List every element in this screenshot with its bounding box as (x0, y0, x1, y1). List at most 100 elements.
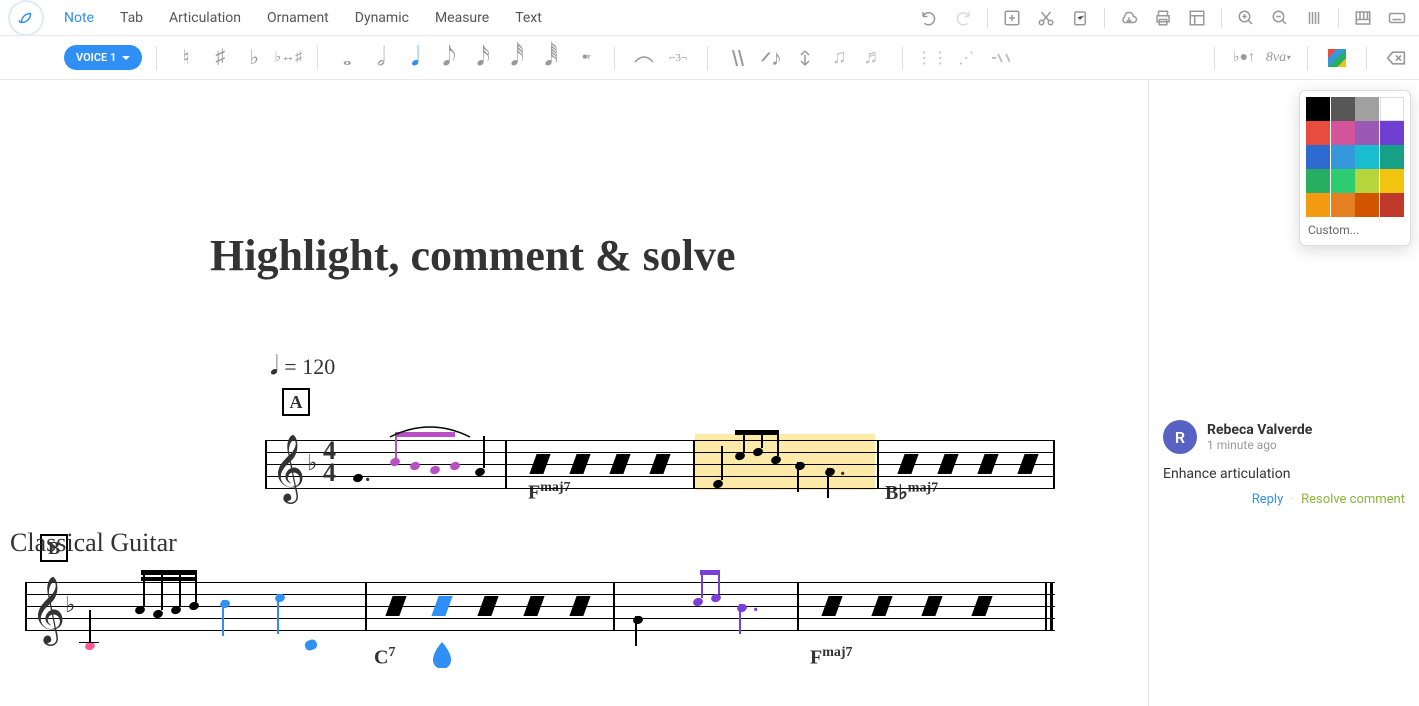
separator (707, 46, 708, 70)
color-picker-button[interactable] (1322, 43, 1352, 73)
color-swatch[interactable] (1355, 121, 1379, 145)
quarter-note-icon[interactable]: 𝅘𝅥 (400, 43, 430, 73)
staff-line-2[interactable]: 𝄞 ♭ (25, 566, 1055, 646)
menu-note[interactable]: Note (64, 10, 94, 26)
color-swatch[interactable] (1380, 193, 1404, 217)
sixteenth-note-icon[interactable]: 𝅘𝅥𝅯 (468, 43, 498, 73)
tempo-marking: 𝅘𝅥= 120 (270, 351, 1108, 382)
piano-icon[interactable] (1349, 4, 1377, 32)
add-icon[interactable] (998, 4, 1026, 32)
color-grid (1306, 97, 1404, 217)
redo-icon[interactable] (949, 4, 977, 32)
voice-label: VOICE 1 (76, 51, 116, 64)
resolve-button[interactable]: Resolve comment (1301, 492, 1405, 507)
separator (156, 46, 157, 70)
separator (317, 46, 318, 70)
side-panel: Custom... R Rebeca Valverde 1 minute ago… (1149, 80, 1419, 706)
color-swatch[interactable] (1306, 97, 1330, 121)
flat-icon[interactable]: ♭ (239, 43, 269, 73)
undo-icon[interactable] (915, 4, 943, 32)
color-swatch[interactable] (1380, 169, 1404, 193)
whole-note-icon[interactable]: 𝅝 (332, 43, 362, 73)
comment-time: 1 minute ago (1207, 438, 1312, 452)
tremolo-icon[interactable] (985, 43, 1015, 73)
half-note-icon[interactable]: 𝅗𝅥 (366, 43, 396, 73)
print-icon[interactable] (1149, 4, 1177, 32)
menu-ornament[interactable]: Ornament (267, 10, 329, 26)
slash-note-icon[interactable]: 𝄍♪ (756, 43, 786, 73)
color-popover: Custom... (1299, 90, 1411, 246)
enharmonic-icon[interactable]: ♭↔♯ (273, 43, 303, 73)
tuplet-icon[interactable]: ⌐3¬ (663, 43, 693, 73)
color-swatch[interactable] (1331, 145, 1355, 169)
sharp-icon[interactable]: ♯ (205, 43, 235, 73)
cloud-icon[interactable] (1115, 4, 1143, 32)
color-swatch[interactable] (1355, 193, 1379, 217)
keyboard-icon[interactable] (1383, 4, 1411, 32)
reply-button[interactable]: Reply (1252, 492, 1284, 507)
chord-fmaj7-2: Fmaj7 (810, 645, 853, 670)
grace-acciaccatura-icon[interactable]: ♬ (858, 43, 888, 73)
cut-icon[interactable] (1032, 4, 1060, 32)
tie-icon[interactable] (629, 43, 659, 73)
color-swatch[interactable] (1331, 169, 1355, 193)
app-logo[interactable] (8, 0, 44, 36)
dot-icon[interactable]: •▾ (570, 43, 600, 73)
paste-icon[interactable] (1066, 4, 1094, 32)
caesura-icon[interactable] (722, 43, 752, 73)
menu-measure[interactable]: Measure (435, 10, 489, 26)
menu-tab[interactable]: Tab (120, 10, 143, 26)
thirtysecond-note-icon[interactable]: 𝅘𝅥𝅰 (502, 43, 532, 73)
voice-selector[interactable]: VOICE 1 (64, 45, 142, 70)
main-menu: Note Tab Articulation Ornament Dynamic M… (64, 10, 542, 26)
delete-icon[interactable] (1381, 43, 1411, 73)
ghost-note-icon[interactable] (790, 43, 820, 73)
menu-text[interactable]: Text (515, 10, 542, 26)
zoom-out-icon[interactable] (1266, 4, 1294, 32)
bars-icon[interactable] (1300, 4, 1328, 32)
treble-clef-icon: 𝄞 (31, 576, 65, 644)
color-swatch[interactable] (1355, 169, 1379, 193)
instrument-name: Classical Guitar (10, 528, 177, 558)
grace-beamed-icon[interactable]: ♫ (824, 43, 854, 73)
color-swatch[interactable] (1331, 97, 1355, 121)
zoom-in-icon[interactable] (1232, 4, 1260, 32)
menu-dynamic[interactable]: Dynamic (355, 10, 409, 26)
time-signature: 44 (323, 440, 336, 484)
tempo-value: = 120 (284, 354, 335, 380)
playhead-marker-icon[interactable] (431, 642, 453, 668)
layout-icon[interactable] (1183, 4, 1211, 32)
menu-articulation[interactable]: Articulation (169, 10, 241, 26)
comment-body: Enhance articulation (1163, 466, 1405, 482)
transpose-icon[interactable]: ♭●↑ (1229, 43, 1259, 73)
color-swatch[interactable] (1306, 145, 1330, 169)
top-menu-bar: Note Tab Articulation Ornament Dynamic M… (0, 0, 1419, 36)
eighth-note-icon[interactable]: 𝅘𝅥𝅮 (434, 43, 464, 73)
octave-up-dots-icon[interactable]: ⋮⋮ (917, 43, 947, 73)
natural-icon[interactable]: ♮ (171, 43, 201, 73)
color-swatch[interactable] (1355, 145, 1379, 169)
score-canvas[interactable]: Highlight, comment & solve Classical Gui… (0, 80, 1149, 706)
color-swatch[interactable] (1306, 121, 1330, 145)
separator (614, 46, 615, 70)
color-swatch[interactable] (1306, 169, 1330, 193)
color-custom-button[interactable]: Custom... (1306, 217, 1404, 239)
comment-card[interactable]: R Rebeca Valverde 1 minute ago Enhance a… (1149, 420, 1419, 507)
sixtyfourth-note-icon[interactable]: 𝅘𝅥𝅱 (536, 43, 566, 73)
color-swatch[interactable] (1306, 193, 1330, 217)
chord-c7: C7 (374, 645, 395, 670)
separator (902, 46, 903, 70)
color-swatch[interactable] (1331, 121, 1355, 145)
octave-down-dots-icon[interactable]: ⋰ (951, 43, 981, 73)
separator (987, 8, 988, 28)
color-swatch[interactable] (1380, 145, 1404, 169)
color-swatch[interactable] (1355, 97, 1379, 121)
color-swatch[interactable] (1380, 97, 1404, 121)
separator (1338, 8, 1339, 28)
staff-line-1[interactable]: 𝄞 ♭ 44 • (265, 424, 1055, 504)
separator: · (1290, 492, 1293, 507)
color-swatch[interactable] (1331, 193, 1355, 217)
score-title: Highlight, comment & solve (210, 230, 1108, 281)
color-swatch[interactable] (1380, 121, 1404, 145)
ottava-icon[interactable]: 8va▾ (1263, 43, 1293, 73)
